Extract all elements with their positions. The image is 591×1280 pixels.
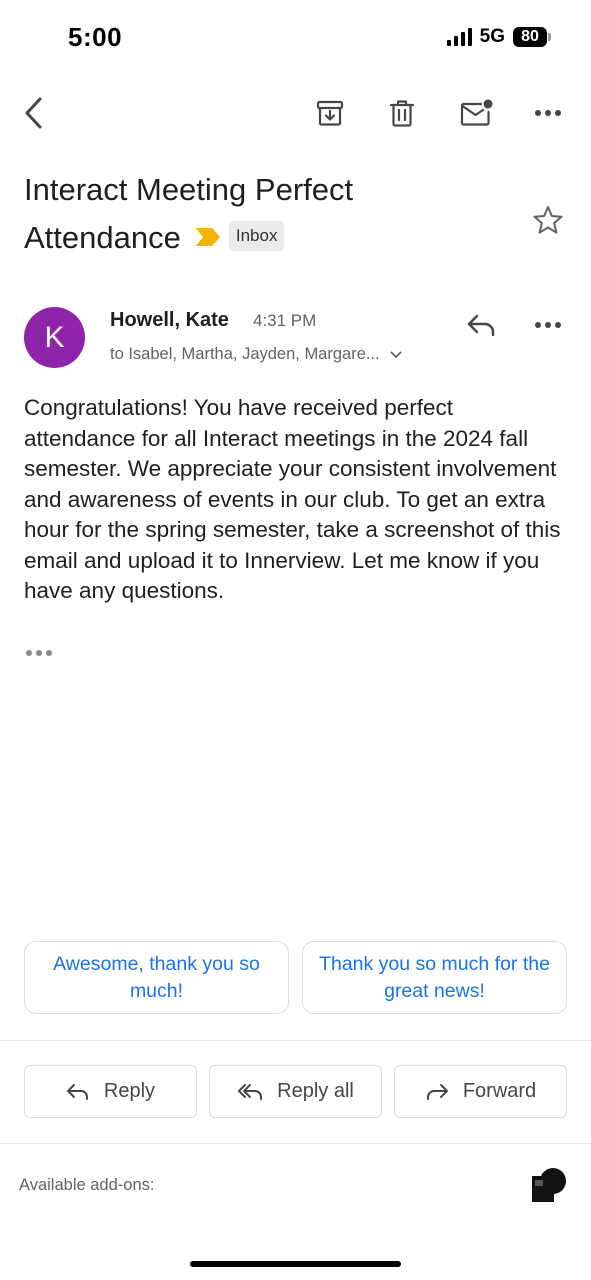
status-time: 5:00 bbox=[68, 22, 123, 52]
addon-icon[interactable] bbox=[529, 1166, 567, 1204]
mark-unread-button[interactable] bbox=[454, 91, 498, 135]
home-indicator[interactable] bbox=[190, 1261, 401, 1267]
reply-icon bbox=[66, 1083, 88, 1100]
label-chip[interactable]: Inbox bbox=[228, 220, 285, 251]
forward-icon bbox=[426, 1083, 448, 1100]
email-subject: Interact Meeting Perfect Attendance Inbox bbox=[24, 166, 514, 264]
message-more-button[interactable] bbox=[526, 303, 570, 347]
avatar[interactable]: K bbox=[24, 307, 85, 368]
sender-name: Howell, Kate bbox=[110, 309, 229, 331]
archive-icon bbox=[316, 100, 344, 126]
email-body: Congratulations! You have received perfe… bbox=[24, 395, 561, 603]
star-button[interactable] bbox=[526, 198, 570, 242]
smart-reply-2[interactable]: Thank you so much for the great news! bbox=[302, 941, 567, 1014]
reply-icon bbox=[467, 314, 495, 337]
addons-label: Available add-ons: bbox=[19, 1176, 155, 1194]
subject-text: Interact Meeting Perfect Attendance bbox=[24, 172, 354, 255]
smart-reply-1[interactable]: Awesome, thank you so much! bbox=[24, 941, 289, 1014]
more-icon bbox=[535, 322, 561, 328]
reply-label: Reply bbox=[103, 1080, 156, 1102]
forward-button[interactable]: Forward bbox=[394, 1065, 567, 1118]
sent-time: 4:31 PM bbox=[253, 311, 317, 330]
delete-button[interactable] bbox=[380, 91, 424, 135]
battery-level: 80 bbox=[513, 27, 547, 47]
star-icon bbox=[533, 206, 563, 234]
divider bbox=[0, 1040, 591, 1041]
archive-button[interactable] bbox=[308, 91, 352, 135]
recipients-text: to Isabel, Martha, Jayden, Margare... bbox=[110, 345, 380, 363]
reply-all-label: Reply all bbox=[277, 1080, 354, 1102]
trash-icon bbox=[389, 100, 415, 127]
importance-marker-icon[interactable] bbox=[195, 213, 221, 261]
forward-label: Forward bbox=[462, 1080, 537, 1102]
chevron-down-icon bbox=[390, 351, 402, 358]
more-options-button[interactable] bbox=[526, 91, 570, 135]
back-button[interactable] bbox=[12, 91, 56, 135]
network-type: 5G bbox=[479, 26, 505, 47]
back-icon bbox=[25, 97, 42, 129]
recipients-toggle[interactable]: to Isabel, Martha, Jayden, Margare... bbox=[110, 345, 402, 364]
divider bbox=[0, 1143, 591, 1144]
show-trimmed-content-button[interactable] bbox=[26, 650, 52, 656]
status-indicators: 5G 80 bbox=[446, 26, 551, 48]
reply-all-button[interactable]: Reply all bbox=[209, 1065, 382, 1118]
more-icon bbox=[535, 110, 561, 116]
signal-icon bbox=[446, 28, 472, 46]
battery-icon: 80 bbox=[513, 27, 551, 47]
reply-button[interactable]: Reply bbox=[24, 1065, 197, 1118]
reply-quick-button[interactable] bbox=[459, 303, 503, 347]
reply-all-icon bbox=[238, 1083, 263, 1100]
mark-unread-icon bbox=[460, 99, 493, 126]
